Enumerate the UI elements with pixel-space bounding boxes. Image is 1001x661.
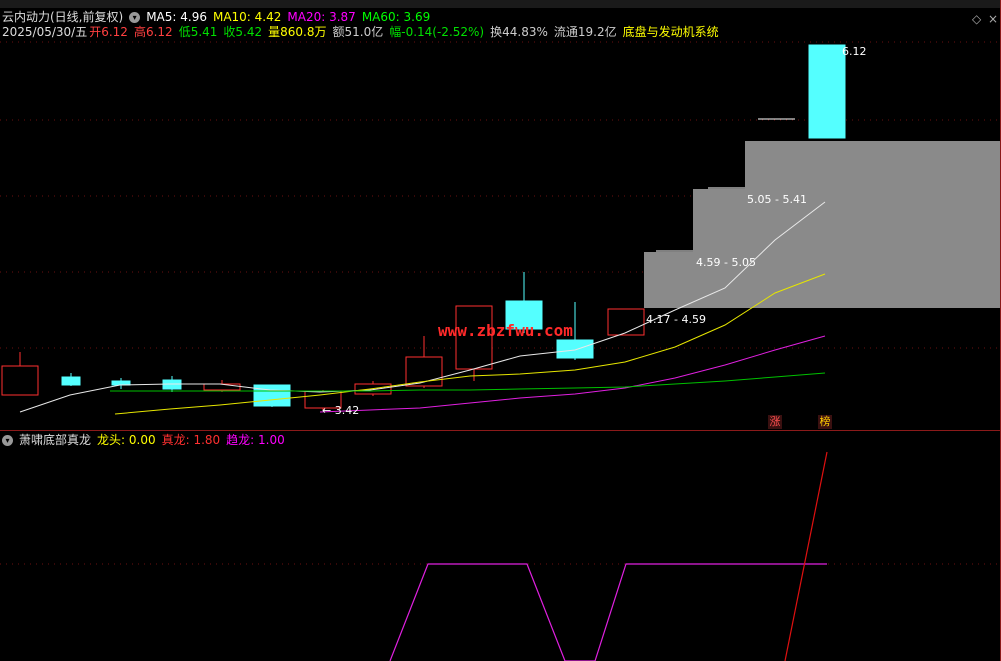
limit-up-badge[interactable]: 涨 [768,415,782,429]
rising-candle[interactable] [607,308,645,336]
falling-candle[interactable] [253,384,291,407]
rising-candle[interactable] [1,365,39,396]
rising-candle[interactable] [203,383,241,391]
range-label: 5.05 - 5.41 [747,193,807,206]
trend-dragon-line [389,563,827,661]
falling-candle[interactable] [61,376,81,386]
high-price-label: 6.12 [842,45,867,58]
true-dragon-line [784,451,828,661]
indicator-legend-item: 真龙: 1.80 [161,433,221,447]
range-box [693,189,1001,252]
range-box [745,141,1001,189]
falling-candle[interactable] [556,339,594,359]
indicator-legend: 龙头: 0.00 真龙: 1.80 趋龙: 1.00 [97,433,291,447]
candlestick-chart[interactable]: 5.05 - 5.41 4.59 - 5.05 4.17 - 4.59 6.12… [0,0,1001,430]
ranking-badge[interactable]: 榜 [818,415,832,429]
indicator-legend-item: 趋龙: 1.00 [226,433,285,447]
indicator-chart[interactable] [0,446,1001,661]
circle-toggle-icon[interactable]: ▾ [2,435,13,446]
low-price-label: ← 3.42 [322,404,359,417]
indicator-title[interactable]: 萧啸底部真龙 [19,433,91,447]
watermark-text: www.zbzfwu.com [438,321,573,340]
indicator-legend-item: 龙头: 0.00 [97,433,156,447]
falling-candle[interactable] [808,44,846,139]
